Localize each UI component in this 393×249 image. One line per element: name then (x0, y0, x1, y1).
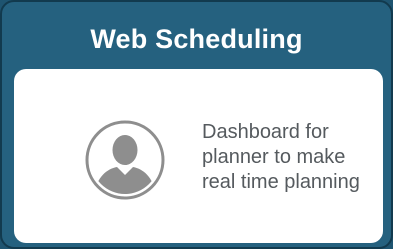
web-scheduling-tile[interactable]: Web Scheduling Dashboard for planner to … (0, 0, 393, 249)
tile-description: Dashboard for planner to make real time … (202, 120, 382, 195)
description-line: real time planning (202, 171, 360, 193)
tile-card: Dashboard for planner to make real time … (14, 69, 383, 243)
description-line: planner to make (202, 146, 346, 168)
description-line: Dashboard for (202, 121, 329, 143)
tile-title: Web Scheduling (90, 24, 303, 54)
user-avatar-icon (85, 120, 165, 200)
